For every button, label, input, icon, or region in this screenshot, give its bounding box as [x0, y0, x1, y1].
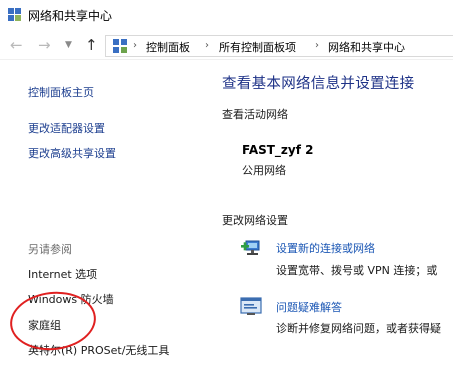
network-name: FAST_zyf 2 — [242, 143, 314, 157]
sidebar-adapter-settings-link[interactable]: 更改适配器设置 — [28, 120, 105, 136]
breadcrumb-all-items[interactable]: 所有控制面板项 — [219, 39, 296, 55]
window-title: 网络和共享中心 — [28, 9, 113, 23]
toolbar-divider — [0, 59, 453, 60]
back-arrow-icon[interactable]: ← — [10, 37, 23, 53]
breadcrumb-control-panel[interactable]: 控制面板 — [146, 39, 190, 55]
forward-arrow-icon[interactable]: → — [38, 37, 51, 53]
troubleshoot-icon — [240, 297, 262, 315]
breadcrumb-separator[interactable]: › — [315, 40, 319, 51]
troubleshoot-desc: 诊断并修复网络问题，或者获得疑 — [276, 322, 441, 335]
network-type: 公用网络 — [242, 164, 286, 177]
breadcrumb-separator: › — [133, 40, 137, 51]
control-panel-icon — [113, 39, 127, 53]
up-arrow-icon[interactable]: ↑ — [85, 37, 98, 53]
troubleshoot-link[interactable]: 问题疑难解答 — [276, 299, 342, 315]
breadcrumb-separator[interactable]: › — [205, 40, 209, 51]
chevron-down-icon[interactable]: ▼ — [65, 40, 72, 50]
page-title: 查看基本网络信息并设置连接 — [222, 76, 415, 92]
see-also-internet-options[interactable]: Internet 选项 — [28, 266, 97, 282]
breadcrumb-network-center[interactable]: 网络和共享中心 — [328, 39, 405, 55]
sidebar-advanced-sharing-link[interactable]: 更改高级共享设置 — [28, 145, 116, 161]
change-settings-heading: 更改网络设置 — [222, 214, 288, 227]
sidebar-home-link[interactable]: 控制面板主页 — [28, 84, 94, 100]
setup-connection-desc: 设置宽带、拨号或 VPN 连接；或 — [276, 264, 438, 277]
setup-connection-link[interactable]: 设置新的连接或网络 — [276, 240, 375, 256]
see-also-heading: 另请参阅 — [28, 243, 72, 256]
active-networks-heading: 查看活动网络 — [222, 108, 288, 121]
network-center-icon — [8, 8, 21, 21]
new-connection-icon — [241, 240, 260, 255]
